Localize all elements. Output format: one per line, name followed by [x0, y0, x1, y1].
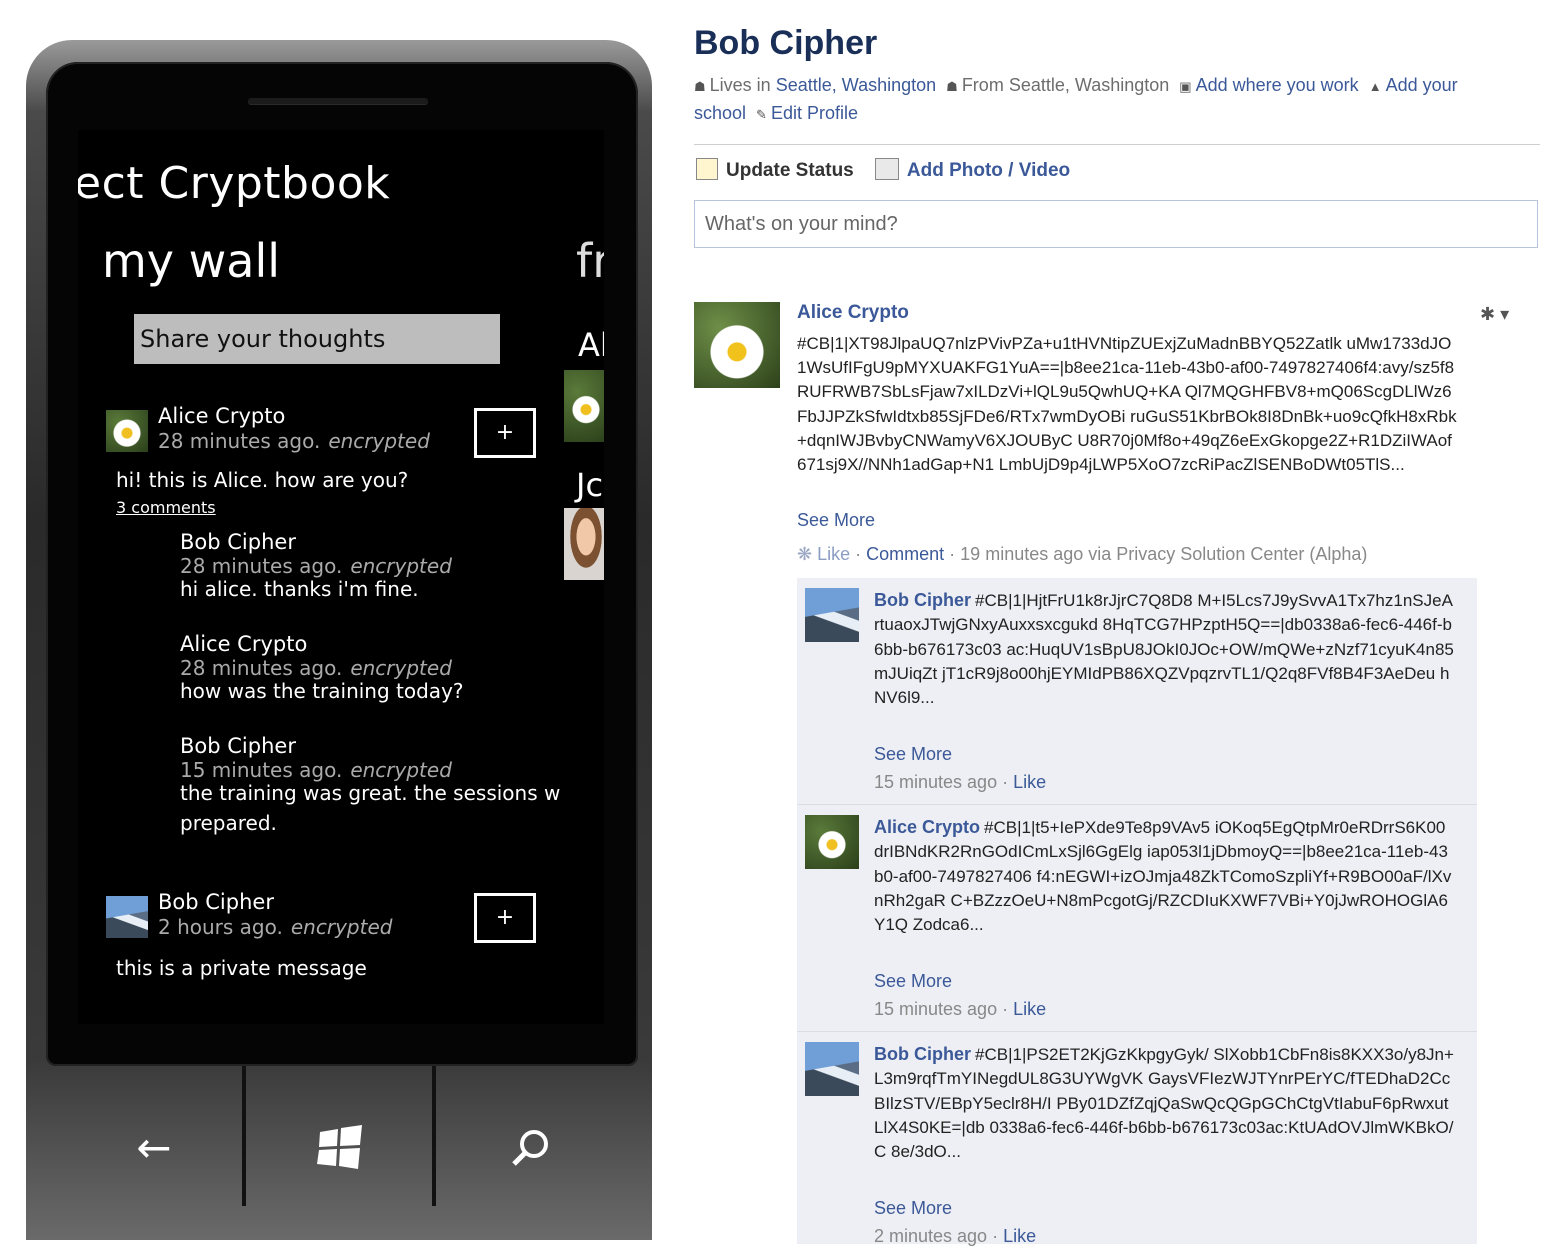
- comment-item: Bob Cipher #CB|1|HjtFrU1k8rJjrC7Q8D8 M+I5…: [797, 578, 1477, 805]
- comment-footer: 15 minutes ago · Like: [874, 999, 1047, 1019]
- comment-footer: 15 minutes ago · Like: [874, 772, 1047, 792]
- add-school-link[interactable]: Add your: [1386, 75, 1458, 95]
- like-link[interactable]: Like: [817, 544, 850, 564]
- phone-screen: ect Cryptbook my wall fr Share your thou…: [78, 130, 604, 1024]
- post-timestamp: 19 minutes ago via Privacy Solution Cent…: [960, 544, 1368, 564]
- comment-text: the training was great. the sessions w: [180, 781, 561, 805]
- expand-post-button[interactable]: +: [474, 408, 536, 458]
- like-link[interactable]: Like: [1003, 1226, 1036, 1246]
- bob-avatar: [106, 896, 148, 938]
- school-icon: ▲: [1368, 79, 1382, 94]
- phone-device: ect Cryptbook my wall fr Share your thou…: [26, 40, 652, 1240]
- home-icon: ☗: [694, 79, 706, 94]
- lives-city-link[interactable]: Seattle, Washington: [776, 75, 936, 95]
- post-author-link[interactable]: Alice Crypto: [797, 302, 909, 324]
- comment-author: Bob Cipher: [180, 530, 296, 554]
- start-button[interactable]: [310, 1118, 370, 1178]
- hardware-buttons: ←: [26, 1066, 652, 1240]
- like-link[interactable]: Like: [1013, 772, 1046, 792]
- app-title: ect Cryptbook: [78, 158, 391, 209]
- back-button[interactable]: ←: [124, 1118, 184, 1178]
- post-meta: 2 hours ago. encrypted: [158, 915, 393, 939]
- commenter-name-link[interactable]: Bob Cipher: [874, 1044, 971, 1064]
- post-ciphertext: #CB|1|XT98JlpaUQ7nlzPVivPZa+u1tHVNtipZUE…: [797, 334, 1457, 475]
- comment-text-continued: prepared.: [180, 811, 277, 835]
- update-status-tab[interactable]: Update Status: [726, 160, 854, 181]
- friend-avatar-peek: [564, 508, 604, 580]
- divider: [694, 144, 1540, 145]
- post-author-avatar[interactable]: [694, 302, 780, 388]
- add-photo-tab[interactable]: Add Photo / Video: [907, 160, 1070, 181]
- like-link[interactable]: Like: [1013, 999, 1046, 1019]
- see-more-link[interactable]: See More: [874, 971, 952, 992]
- post-author: Bob Cipher: [158, 890, 274, 914]
- comment-text: hi alice. thanks i'm fine.: [180, 577, 419, 601]
- see-more-link[interactable]: See More: [874, 744, 952, 765]
- pivot-friends[interactable]: fr: [576, 234, 604, 288]
- comment-link[interactable]: Comment: [866, 544, 944, 564]
- post-time: 28 minutes ago.: [158, 429, 321, 453]
- see-more-link[interactable]: See More: [797, 510, 875, 531]
- post-encrypted-tag: encrypted: [328, 429, 430, 453]
- post-options-gear-icon[interactable]: ✱ ▾: [1480, 304, 1509, 325]
- friend-avatar-peek: [564, 370, 604, 442]
- status-icon: [696, 158, 718, 180]
- comments-list: Bob Cipher #CB|1|HjtFrU1k8rJjrC7Q8D8 M+I5…: [797, 578, 1477, 1246]
- from-city: Seattle, Washington: [1008, 75, 1170, 95]
- profile-info: ☗ Lives in Seattle, Washington ☗ From Seat…: [694, 72, 1534, 128]
- friend-name-peek: Jc: [576, 466, 604, 504]
- status-input[interactable]: What's on your mind?: [694, 200, 1538, 248]
- home-icon: ☗: [946, 79, 958, 94]
- post-text: this is a private message: [116, 956, 367, 980]
- phone-speaker: [248, 98, 428, 104]
- from-label: From: [961, 75, 1004, 95]
- expand-post-button[interactable]: +: [474, 893, 536, 943]
- comment-item: Bob Cipher #CB|1|PS2ET2KjGzKkpgyGyk/ SlXo…: [797, 1032, 1477, 1246]
- pencil-icon: ✎: [756, 107, 767, 122]
- post-text: hi! this is Alice. how are you?: [116, 468, 409, 492]
- friend-name-peek: Al: [578, 326, 604, 364]
- comment-author: Bob Cipher: [180, 734, 296, 758]
- comment-body: Bob Cipher #CB|1|HjtFrU1k8rJjrC7Q8D8 M+I5…: [874, 588, 1454, 710]
- comment-body: Alice Crypto #CB|1|t5+IePXde9Te8p9VAv5 iO…: [874, 815, 1454, 937]
- search-button[interactable]: [500, 1118, 560, 1178]
- see-more-link[interactable]: See More: [874, 1198, 952, 1219]
- post-author: Alice Crypto: [158, 404, 286, 428]
- add-school-link-cont[interactable]: school: [694, 103, 746, 123]
- commenter-avatar[interactable]: [805, 815, 859, 869]
- comment-body: Bob Cipher #CB|1|PS2ET2KjGzKkpgyGyk/ SlXo…: [874, 1042, 1454, 1164]
- post-meta: 28 minutes ago. encrypted: [158, 429, 430, 453]
- comment-meta: 28 minutes ago. encrypted: [180, 656, 452, 680]
- comments-link[interactable]: 3 comments: [116, 498, 216, 517]
- pivot-my-wall[interactable]: my wall: [102, 234, 280, 288]
- commenter-name-link[interactable]: Alice Crypto: [874, 817, 980, 837]
- commenter-name-link[interactable]: Bob Cipher: [874, 590, 971, 610]
- search-icon: [512, 1130, 548, 1166]
- edit-profile-link[interactable]: Edit Profile: [771, 103, 858, 123]
- app-icon: ❋: [797, 544, 813, 564]
- comment-text: how was the training today?: [180, 679, 464, 703]
- comment-item: Alice Crypto #CB|1|t5+IePXde9Te8p9VAv5 iO…: [797, 805, 1477, 1032]
- comment-meta: 15 minutes ago. encrypted: [180, 758, 452, 782]
- add-work-link[interactable]: Add where you work: [1196, 75, 1359, 95]
- comment-meta: 28 minutes ago. encrypted: [180, 554, 452, 578]
- button-divider: [242, 1066, 246, 1206]
- windows-logo-icon: [317, 1125, 362, 1169]
- commenter-avatar[interactable]: [805, 1042, 859, 1096]
- button-divider: [432, 1066, 436, 1206]
- comment-author: Alice Crypto: [180, 632, 308, 656]
- post-actions: ❋ Like · Comment · 19 minutes ago via Pr…: [797, 544, 1368, 564]
- briefcase-icon: ▣: [1179, 79, 1192, 94]
- share-thoughts-input[interactable]: Share your thoughts: [134, 314, 500, 364]
- alice-avatar: [106, 410, 148, 452]
- publisher-tabs: Update Status Add Photo / Video: [696, 158, 1070, 182]
- commenter-avatar[interactable]: [805, 588, 859, 642]
- profile-name: Bob Cipher: [694, 24, 878, 62]
- lives-label: Lives in: [709, 75, 771, 95]
- photo-icon: [874, 158, 899, 180]
